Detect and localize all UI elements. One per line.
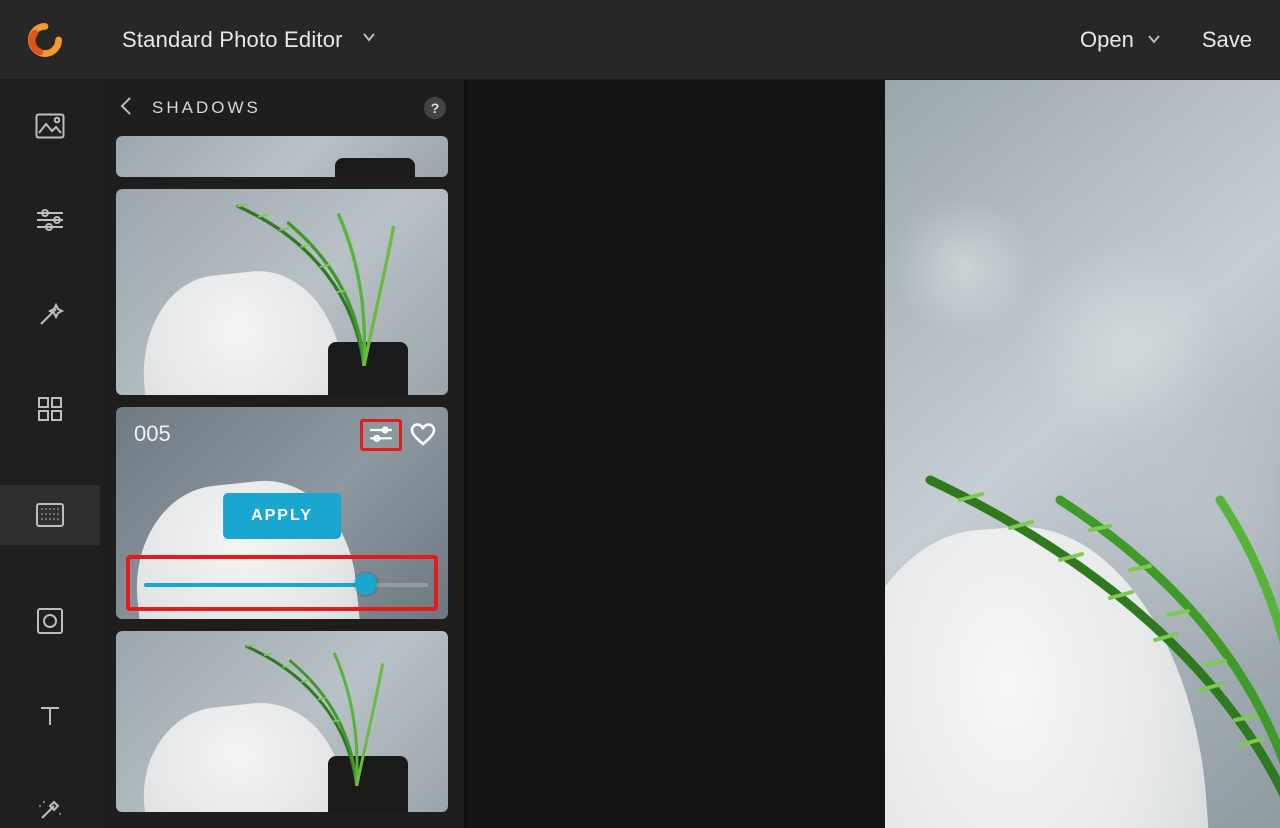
editor-mode-selector[interactable]: Standard Photo Editor bbox=[122, 27, 377, 53]
chevron-down-icon bbox=[1146, 27, 1162, 53]
apply-button-label: APPLY bbox=[251, 507, 313, 524]
preset-card-actions bbox=[360, 419, 436, 451]
intensity-slider[interactable] bbox=[144, 575, 420, 593]
slider-handle[interactable] bbox=[355, 573, 377, 595]
help-icon: ? bbox=[431, 100, 440, 116]
chevron-down-icon bbox=[361, 29, 377, 50]
logo-icon bbox=[28, 23, 62, 57]
plant-icon bbox=[189, 198, 421, 366]
chevron-left-icon bbox=[118, 95, 134, 117]
rail-magic[interactable] bbox=[26, 296, 74, 332]
preset-card[interactable] bbox=[116, 189, 448, 395]
rail-image[interactable] bbox=[26, 108, 74, 144]
open-button[interactable]: Open bbox=[1080, 27, 1162, 53]
preset-card[interactable] bbox=[116, 136, 448, 177]
preview-image[interactable] bbox=[885, 80, 1280, 828]
sliders-icon bbox=[368, 425, 394, 445]
rail-text[interactable] bbox=[26, 698, 74, 734]
editor-mode-title: Standard Photo Editor bbox=[122, 27, 343, 53]
highlight-box bbox=[360, 419, 402, 451]
header-actions: Open Save bbox=[1080, 27, 1252, 53]
rail-lens[interactable] bbox=[26, 603, 74, 639]
rail-grid[interactable] bbox=[26, 391, 74, 427]
preset-card-selected[interactable]: 005 APPLY bbox=[116, 407, 448, 619]
back-button[interactable] bbox=[118, 95, 134, 122]
help-button[interactable]: ? bbox=[424, 97, 446, 119]
rail-heal[interactable] bbox=[26, 792, 74, 828]
heart-icon bbox=[410, 423, 436, 447]
panel-header: SHADOWS ? bbox=[100, 80, 464, 136]
open-button-label: Open bbox=[1080, 27, 1134, 53]
preset-list[interactable]: 005 APPLY bbox=[100, 136, 464, 828]
adjust-preset-button[interactable] bbox=[368, 425, 394, 445]
plant-icon bbox=[900, 440, 1280, 828]
favorite-button[interactable] bbox=[410, 423, 436, 447]
preset-id-label: 005 bbox=[134, 421, 171, 447]
rail-adjust[interactable] bbox=[26, 202, 74, 238]
slider-track-filled bbox=[144, 583, 366, 587]
tool-rail bbox=[0, 80, 101, 828]
apply-button[interactable]: APPLY bbox=[223, 493, 341, 539]
preset-card[interactable] bbox=[116, 631, 448, 812]
panel-title: SHADOWS bbox=[152, 98, 261, 118]
save-button-label: Save bbox=[1202, 27, 1252, 53]
canvas-area bbox=[467, 80, 1280, 828]
app-header: Standard Photo Editor Open Save bbox=[0, 0, 1280, 80]
rail-presets[interactable] bbox=[0, 485, 100, 545]
presets-panel: SHADOWS ? bbox=[100, 80, 467, 828]
plant-icon bbox=[189, 639, 421, 786]
app-root: Standard Photo Editor Open Save bbox=[0, 0, 1280, 828]
save-button[interactable]: Save bbox=[1202, 27, 1252, 53]
app-logo bbox=[28, 23, 62, 57]
intensity-slider-highlight bbox=[126, 555, 438, 611]
